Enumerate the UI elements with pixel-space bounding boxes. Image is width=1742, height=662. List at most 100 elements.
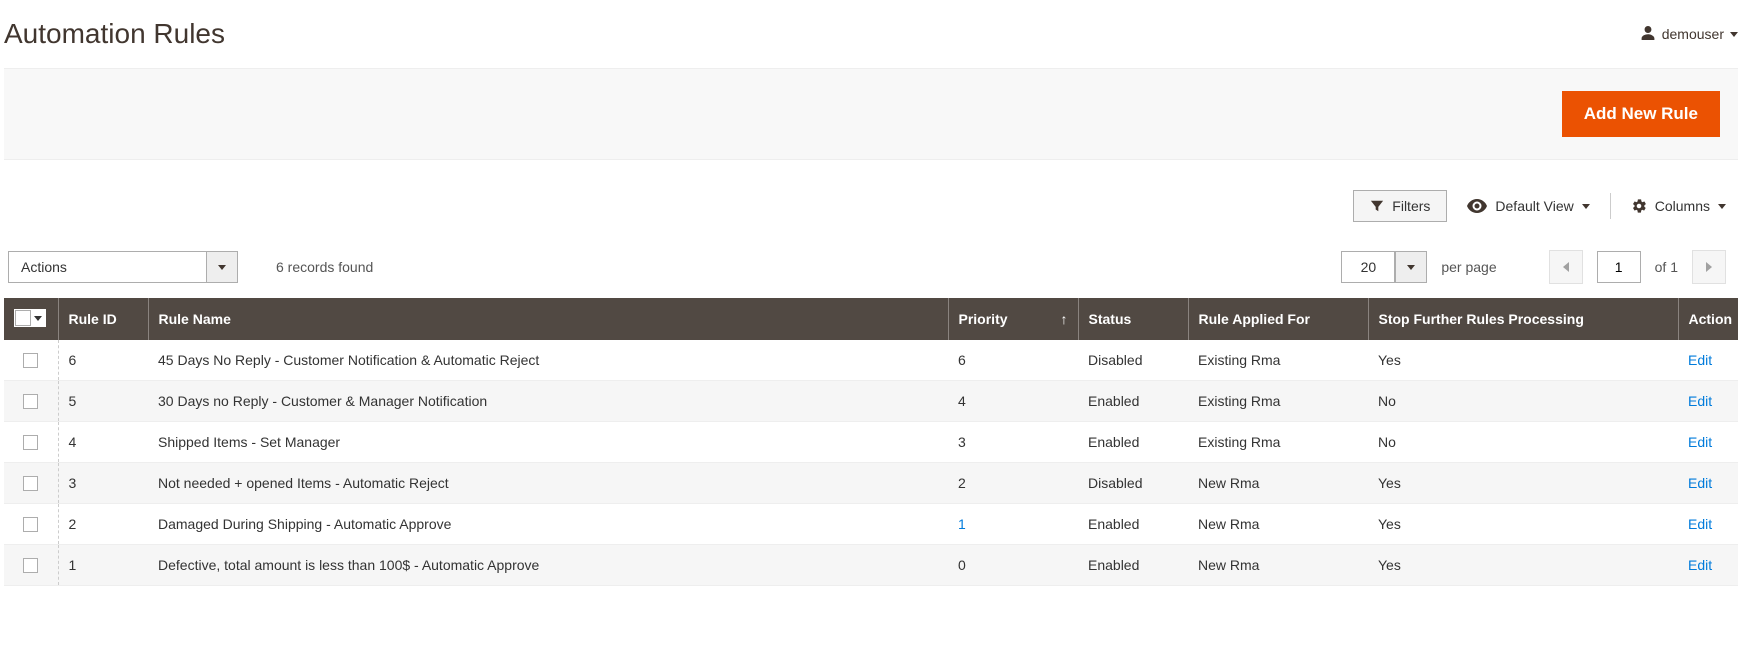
- cell-rule-name: 45 Days No Reply - Customer Notification…: [148, 340, 948, 381]
- select-all-header[interactable]: [4, 298, 58, 340]
- cell-rule-id: 4: [58, 422, 148, 463]
- row-checkbox[interactable]: [23, 353, 38, 368]
- cell-rule-name: Defective, total amount is less than 100…: [148, 545, 948, 586]
- edit-link[interactable]: Edit: [1688, 352, 1712, 368]
- row-checkbox[interactable]: [23, 558, 38, 573]
- cell-status: Enabled: [1078, 381, 1188, 422]
- cell-priority: 2: [948, 463, 1078, 504]
- per-page-toggle[interactable]: [1395, 251, 1427, 283]
- col-status[interactable]: Status: [1078, 298, 1188, 340]
- cell-status: Disabled: [1078, 340, 1188, 381]
- cell-applied-for: New Rma: [1188, 504, 1368, 545]
- per-page-label: per page: [1441, 259, 1496, 275]
- default-view-menu[interactable]: Default View: [1467, 198, 1589, 214]
- per-page-select[interactable]: 20: [1341, 251, 1427, 283]
- select-all-toggle[interactable]: [31, 310, 45, 326]
- page-title: Automation Rules: [4, 18, 225, 50]
- filters-label: Filters: [1392, 198, 1430, 214]
- cell-rule-name: 30 Days no Reply - Customer & Manager No…: [148, 381, 948, 422]
- cell-rule-name: Shipped Items - Set Manager: [148, 422, 948, 463]
- row-checkbox[interactable]: [23, 476, 38, 491]
- cell-priority: 0: [948, 545, 1078, 586]
- cell-applied-for: Existing Rma: [1188, 422, 1368, 463]
- cell-stop-further: Yes: [1368, 340, 1678, 381]
- user-menu[interactable]: demouser: [1640, 25, 1738, 44]
- prev-page-button[interactable]: [1549, 250, 1583, 284]
- cell-stop-further: Yes: [1368, 545, 1678, 586]
- col-rule-id[interactable]: Rule ID: [58, 298, 148, 340]
- cell-priority: 3: [948, 422, 1078, 463]
- table-row[interactable]: 1Defective, total amount is less than 10…: [4, 545, 1738, 586]
- table-row[interactable]: 2Damaged During Shipping - Automatic App…: [4, 504, 1738, 545]
- row-checkbox[interactable]: [23, 435, 38, 450]
- columns-label: Columns: [1655, 198, 1710, 214]
- cell-rule-name: Damaged During Shipping - Automatic Appr…: [148, 504, 948, 545]
- cell-action: Edit: [1678, 545, 1738, 586]
- cell-stop-further: No: [1368, 422, 1678, 463]
- edit-link[interactable]: Edit: [1688, 475, 1712, 491]
- col-priority[interactable]: Priority ↑: [948, 298, 1078, 340]
- select-all-checkbox[interactable]: [15, 310, 31, 326]
- cell-action: Edit: [1678, 340, 1738, 381]
- page-input[interactable]: [1597, 251, 1641, 283]
- cell-rule-name: Not needed + opened Items - Automatic Re…: [148, 463, 948, 504]
- table-row[interactable]: 4Shipped Items - Set Manager3EnabledExis…: [4, 422, 1738, 463]
- actions-select-label: Actions: [8, 251, 206, 283]
- cell-status: Enabled: [1078, 422, 1188, 463]
- cell-status: Disabled: [1078, 463, 1188, 504]
- cell-applied-for: Existing Rma: [1188, 340, 1368, 381]
- cell-stop-further: Yes: [1368, 504, 1678, 545]
- next-page-button[interactable]: [1692, 250, 1726, 284]
- cell-action: Edit: [1678, 463, 1738, 504]
- row-checkbox[interactable]: [23, 394, 38, 409]
- page-total: of 1: [1655, 259, 1678, 275]
- table-row[interactable]: 645 Days No Reply - Customer Notificatio…: [4, 340, 1738, 381]
- cell-applied-for: New Rma: [1188, 545, 1368, 586]
- edit-link[interactable]: Edit: [1688, 434, 1712, 450]
- caret-down-icon: [1407, 265, 1415, 270]
- cell-stop-further: No: [1368, 381, 1678, 422]
- action-bar: Add New Rule: [4, 68, 1738, 160]
- actions-select-toggle[interactable]: [206, 251, 238, 283]
- cell-action: Edit: [1678, 504, 1738, 545]
- per-page-value: 20: [1341, 251, 1395, 283]
- cell-action: Edit: [1678, 422, 1738, 463]
- table-row[interactable]: 3Not needed + opened Items - Automatic R…: [4, 463, 1738, 504]
- chevron-right-icon: [1706, 262, 1712, 272]
- table-row[interactable]: 530 Days no Reply - Customer & Manager N…: [4, 381, 1738, 422]
- cell-status: Enabled: [1078, 545, 1188, 586]
- gear-icon: [1631, 198, 1647, 214]
- actions-select[interactable]: Actions: [8, 251, 238, 283]
- col-stop-further[interactable]: Stop Further Rules Processing: [1368, 298, 1678, 340]
- default-view-label: Default View: [1495, 198, 1573, 214]
- edit-link[interactable]: Edit: [1688, 516, 1712, 532]
- caret-down-icon: [1718, 204, 1726, 209]
- cell-status: Enabled: [1078, 504, 1188, 545]
- caret-down-icon: [218, 265, 226, 270]
- chevron-left-icon: [1563, 262, 1569, 272]
- rules-table: Rule ID Rule Name Priority ↑ Status Rule…: [4, 298, 1738, 586]
- cell-priority: 1: [948, 504, 1078, 545]
- filters-button[interactable]: Filters: [1353, 190, 1447, 222]
- col-applied-for[interactable]: Rule Applied For: [1188, 298, 1368, 340]
- records-found: 6 records found: [276, 259, 373, 275]
- cell-rule-id: 2: [58, 504, 148, 545]
- col-priority-label: Priority: [959, 311, 1008, 327]
- edit-link[interactable]: Edit: [1688, 393, 1712, 409]
- cell-action: Edit: [1678, 381, 1738, 422]
- col-rule-name[interactable]: Rule Name: [148, 298, 948, 340]
- cell-applied-for: New Rma: [1188, 463, 1368, 504]
- cell-rule-id: 1: [58, 545, 148, 586]
- row-checkbox[interactable]: [23, 517, 38, 532]
- edit-link[interactable]: Edit: [1688, 557, 1712, 573]
- sort-ascending-icon: ↑: [1061, 311, 1068, 327]
- eye-icon: [1467, 199, 1487, 213]
- divider: [1610, 193, 1611, 219]
- cell-priority: 4: [948, 381, 1078, 422]
- cell-rule-id: 3: [58, 463, 148, 504]
- columns-menu[interactable]: Columns: [1631, 198, 1726, 214]
- cell-rule-id: 5: [58, 381, 148, 422]
- add-new-rule-button[interactable]: Add New Rule: [1562, 91, 1720, 137]
- cell-priority: 6: [948, 340, 1078, 381]
- username-label: demouser: [1662, 26, 1724, 42]
